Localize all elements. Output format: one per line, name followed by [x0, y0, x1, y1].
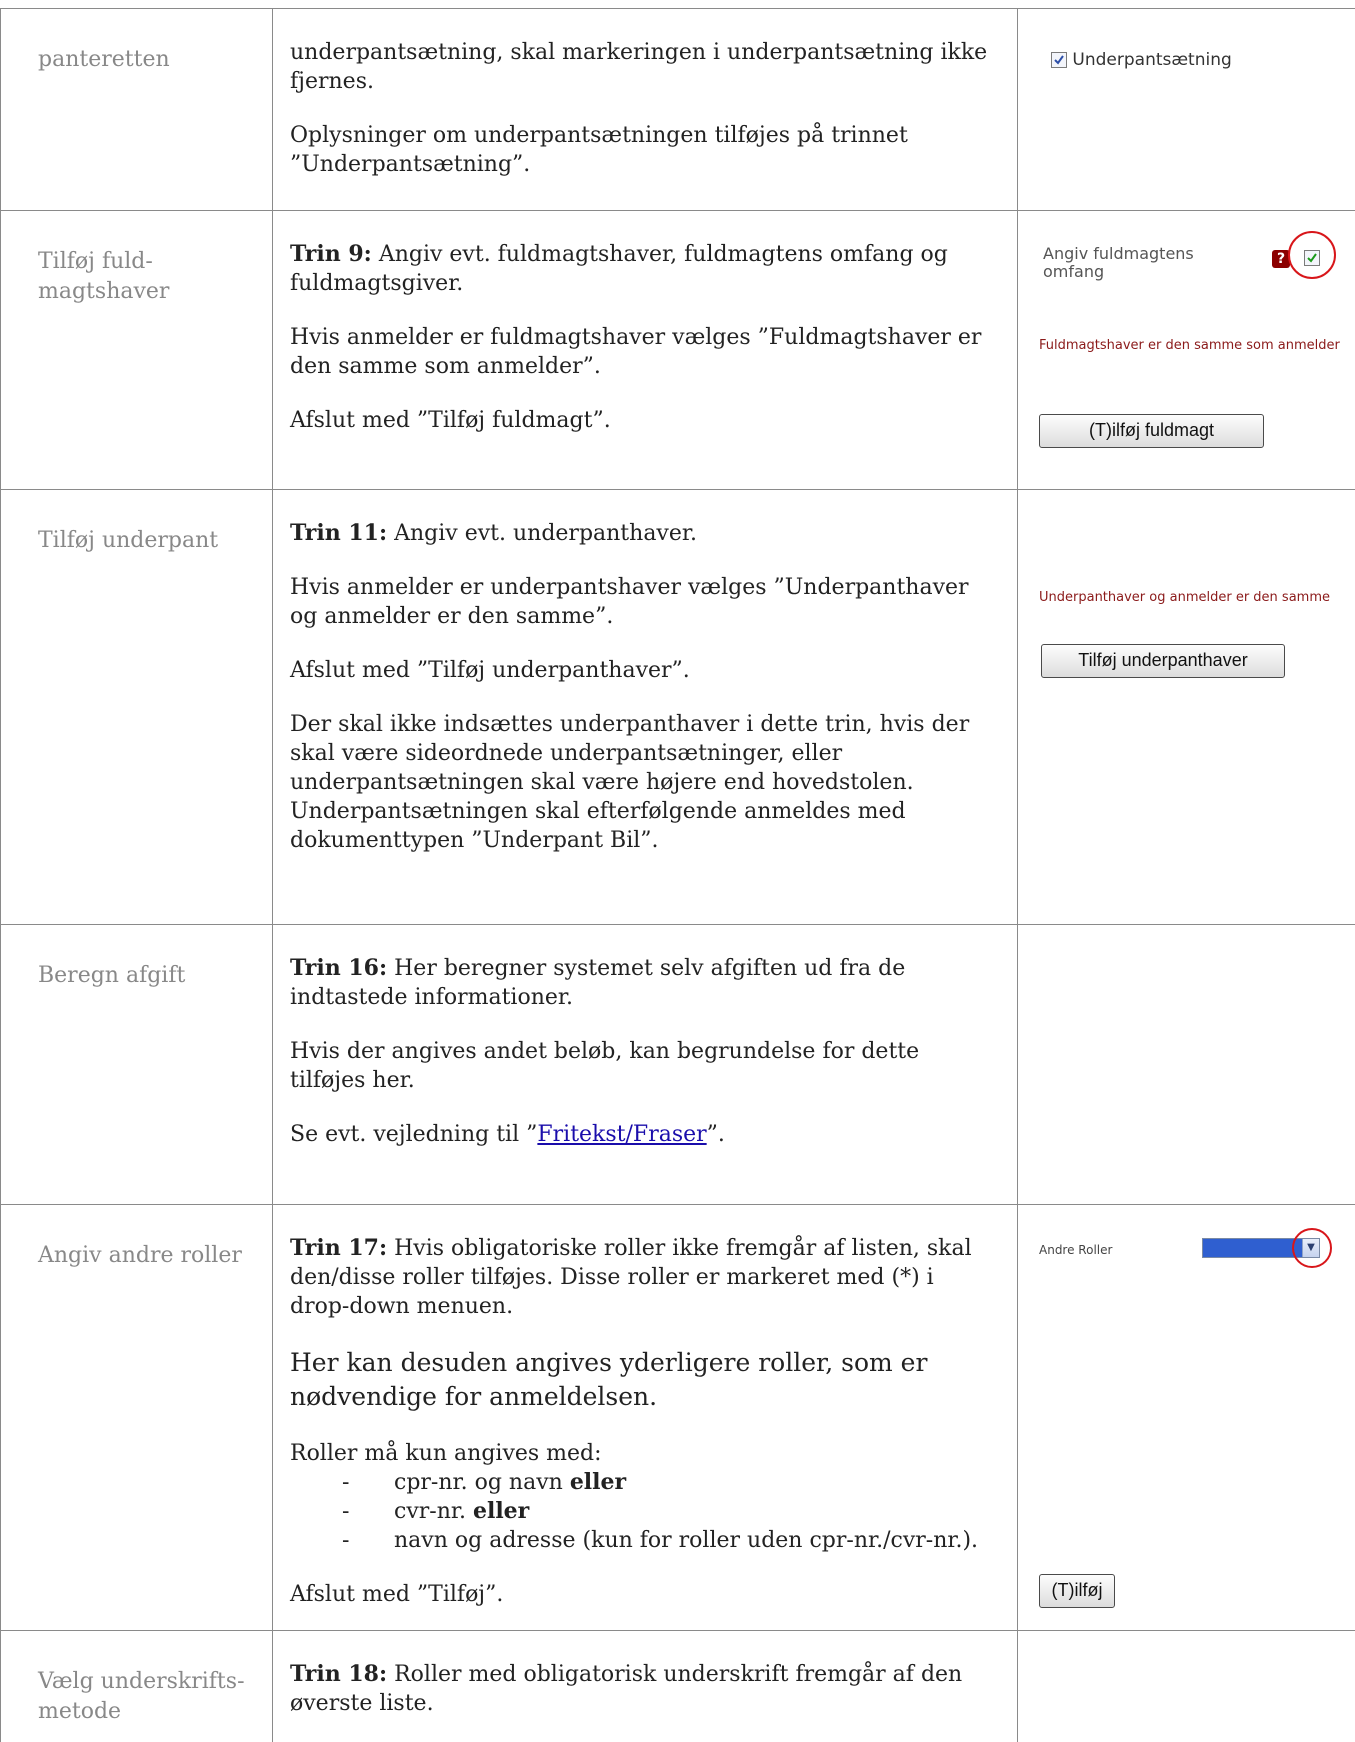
row-description: underpantsætning, skal markeringen i und…	[272, 8, 1017, 210]
list-item: cvr-nr. eller	[342, 1497, 999, 1526]
paragraph: Afslut med ”Tilføj underpanthaver”.	[290, 658, 690, 683]
document-table: panteretten underpantsætning, skal marke…	[0, 0, 1355, 1742]
row-label-text: panteretten	[38, 47, 170, 72]
paragraph: Hvis anmelder er fuldmagtshaver vælges ”…	[290, 325, 982, 379]
paragraph: Se evt. vejledning til ”Fritekst/Fraser”…	[290, 1122, 725, 1147]
add-subpledgee-button[interactable]: Tilføj underpanthaver	[1041, 644, 1285, 678]
paragraph: Trin 17: Hvis obligatoriske roller ikke …	[290, 1235, 972, 1319]
highlight-circle	[1288, 231, 1336, 279]
row-ui-example-empty	[1017, 1630, 1355, 1734]
row-description: Trin 16: Her beregner systemet selv afgi…	[272, 924, 1017, 1204]
fritekst-fraser-link[interactable]: Fritekst/Fraser	[537, 1122, 706, 1147]
row-label-vaelg-underskriftsmetode: Vælg underskrifts-metode	[0, 1630, 272, 1734]
add-power-of-attorney-button[interactable]: (T)ilføj fuldmagt	[1039, 414, 1264, 448]
paragraph: Der skal ikke indsættes underpanthaver i…	[290, 712, 970, 853]
underpantsaetning-checkbox-row[interactable]: Underpantsætning	[1051, 50, 1232, 70]
same-as-reporter-note: Underpanthaver og anmelder er den samme	[1039, 590, 1330, 605]
field-label: Angiv fuldmagtens omfang	[1043, 244, 1194, 281]
row-ui-example: Angiv fuldmagtens omfang ? Fuldmagtshave…	[1017, 210, 1355, 489]
row-label-angiv-andre-roller: Angiv andre roller	[0, 1204, 272, 1630]
paragraph: Afslut med ”Tilføj fuldmagt”.	[290, 408, 611, 433]
row-label-tilfoej-underpant: Tilføj underpant	[0, 489, 272, 924]
step-label: Trin 16:	[290, 955, 388, 981]
paragraph: Trin 9: Angiv evt. fuldmagtshaver, fuldm…	[290, 241, 948, 296]
same-as-reporter-note: Fuldmagtshaver er den samme som anmelder	[1039, 338, 1340, 353]
paragraph: Trin 11: Angiv evt. underpanthaver.	[290, 520, 697, 546]
row-ui-example-empty	[1017, 924, 1355, 1204]
field-label: Andre Roller	[1039, 1243, 1113, 1257]
row-ui-example: Underpantsætning	[1017, 8, 1355, 210]
roles-list: cpr-nr. og navn eller cvr-nr. eller navn…	[290, 1468, 999, 1555]
row-description: Trin 18: Roller med obligatorisk undersk…	[272, 1630, 1017, 1734]
paragraph: Afslut med ”Tilføj”.	[290, 1582, 504, 1607]
row-label-beregn-afgift: Beregn afgift	[0, 924, 272, 1204]
row-label-text: Angiv andre roller	[38, 1243, 242, 1268]
add-role-button[interactable]: (T)ilføj	[1039, 1574, 1115, 1608]
paragraph: Trin 18: Roller med obligatorisk undersk…	[290, 1661, 963, 1716]
paragraph: Roller må kun angives med:	[290, 1441, 602, 1466]
row-ui-example: Andre Roller ▼ (T)ilføj	[1017, 1204, 1355, 1630]
checkbox-label: Underpantsætning	[1072, 50, 1232, 70]
row-description: Trin 11: Angiv evt. underpanthaver. Hvis…	[272, 489, 1017, 924]
row-description: Trin 9: Angiv evt. fuldmagtshaver, fuldm…	[272, 210, 1017, 489]
row-ui-example: Underpanthaver og anmelder er den samme …	[1017, 489, 1355, 924]
paragraph: Trin 16: Her beregner systemet selv afgi…	[290, 955, 906, 1010]
row-label-text: Vælg underskrifts-metode	[38, 1669, 245, 1724]
row-label-text: Tilføj fuld-magtshaver	[38, 249, 170, 304]
paragraph: underpantsætning, skal markeringen i und…	[290, 40, 988, 94]
paragraph: Hvis der angives andet beløb, kan begrun…	[290, 1039, 920, 1093]
list-item: navn og adresse (kun for roller uden cpr…	[342, 1526, 999, 1555]
checkbox-checked-icon[interactable]	[1051, 52, 1067, 68]
step-label: Trin 11:	[290, 520, 388, 546]
row-label-text: Tilføj underpant	[38, 528, 219, 553]
paragraph: Oplysninger om underpantsætningen tilføj…	[290, 123, 908, 177]
step-label: Trin 18:	[290, 1661, 388, 1687]
list-item: cpr-nr. og navn eller	[342, 1468, 999, 1497]
step-label: Trin 9:	[290, 241, 372, 267]
highlight-circle	[1292, 1228, 1332, 1268]
row-label-text: Beregn afgift	[38, 963, 186, 988]
row-description: Trin 17: Hvis obligatoriske roller ikke …	[272, 1204, 1017, 1630]
step-label: Trin 17:	[290, 1235, 388, 1261]
paragraph: Her kan desuden angives yderligere rolle…	[290, 1348, 928, 1411]
row-label-tilfoej-fuldmagtshaver: Tilføj fuld-magtshaver	[0, 210, 272, 489]
row-label-panteretten: panteretten	[0, 8, 272, 210]
paragraph: Hvis anmelder er underpantshaver vælges …	[290, 575, 969, 629]
